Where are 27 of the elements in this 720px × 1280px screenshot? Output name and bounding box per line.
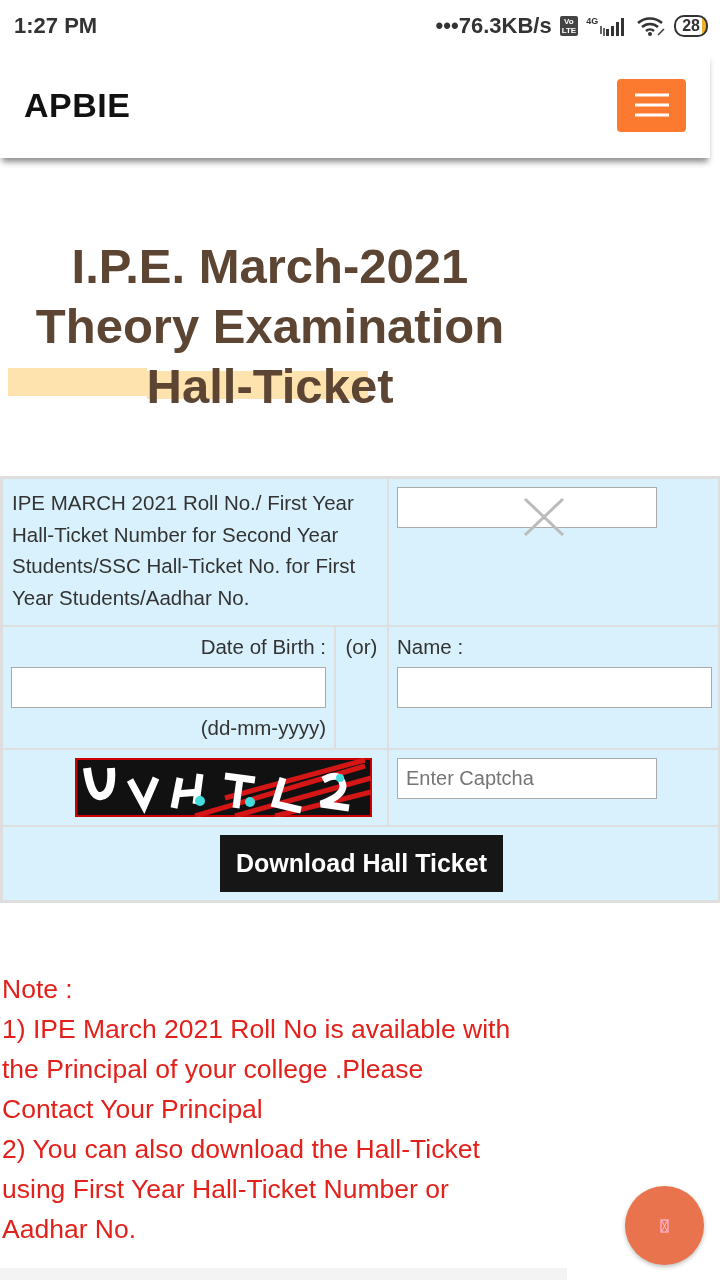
- battery-indicator: 28: [674, 15, 708, 37]
- page-title-line: Theory Examination: [35, 299, 505, 353]
- wifi-icon: [636, 15, 667, 37]
- clock-time: 1:27 PM: [14, 13, 98, 39]
- roll-number-field[interactable]: [397, 487, 657, 528]
- menu-icon: [633, 93, 670, 117]
- missing-glyph-icon: [660, 1218, 669, 1233]
- note-text: 1) IPE March 2021 Roll No is available with the Principal of your college .Please Contact Your Principal: [2, 1013, 512, 1126]
- name-field[interactable]: [397, 667, 712, 708]
- name-label: Name :: [397, 635, 465, 659]
- page-title-line: I.P.E. March-2021: [71, 239, 469, 293]
- volte-badge: Vo LTE: [559, 16, 579, 36]
- network-type: 4G: [586, 16, 599, 26]
- date-format-hint: (dd-mm-yyyy): [200, 716, 326, 740]
- network-speed: •••76.3KB/s: [435, 13, 552, 39]
- clear-icon[interactable]: [523, 497, 565, 537]
- note-text: 2) You can also download the Hall-Ticket using First Year Hall-Ticket Number or Aadhar No.: [2, 1133, 481, 1246]
- dob-label: Date of Birth :: [200, 635, 326, 659]
- menu-button[interactable]: [617, 78, 686, 132]
- or-separator: (or): [345, 635, 378, 658]
- note-title: Note :: [2, 973, 74, 1006]
- captcha-field[interactable]: Enter Captcha: [397, 758, 657, 799]
- dob-field[interactable]: [11, 667, 326, 708]
- download-button[interactable]: Download Hall Ticket: [220, 835, 503, 892]
- site-logo[interactable]: APBIE: [24, 85, 131, 125]
- roll-number-label: IPE MARCH 2021 Roll No./ First Year Hall-Ticket Number for Second Year Students/SSC Hall-Ticket No. for First Year Students/Aadhar No.: [12, 491, 356, 609]
- floating-button[interactable]: [625, 1186, 704, 1265]
